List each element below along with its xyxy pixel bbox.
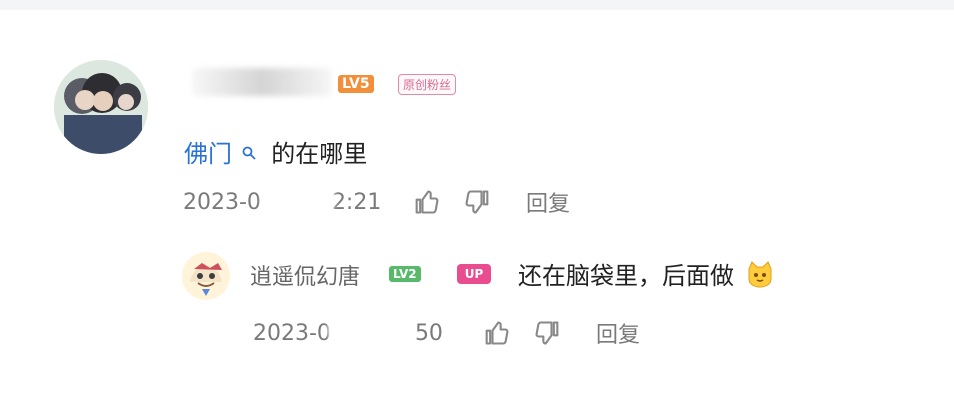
username-blur <box>192 68 332 96</box>
comment-text: 佛门 的在哪里 <box>184 134 367 169</box>
fan-badge: 原创粉丝 <box>398 74 457 95</box>
like-icon[interactable] <box>412 188 440 216</box>
reply-reply-button[interactable]: 回复 <box>596 317 640 349</box>
reply-time-end: 50 <box>414 320 443 346</box>
top-strip <box>0 0 954 10</box>
reply-avatar[interactable] <box>182 252 230 300</box>
reply-username[interactable]: 逍遥侃幻唐 <box>250 259 360 291</box>
comment-time-start: 2023-0 <box>183 189 261 215</box>
search-icon[interactable] <box>242 146 256 160</box>
comment-text-rest: 的在哪里 <box>271 140 368 168</box>
reply-text: 还在脑袋里，后面做 <box>518 256 776 291</box>
comment-time-end: 2:21 <box>331 189 382 215</box>
reply-dislike-icon[interactable] <box>534 319 562 347</box>
level-badge: LV5 <box>338 75 374 93</box>
reply-level-badge: LV2 <box>389 266 421 282</box>
reply-button[interactable]: 回复 <box>526 186 570 218</box>
buddhist-gate-link[interactable]: 佛门 <box>184 140 232 168</box>
reply-time-start: 2023-0 <box>253 320 331 346</box>
time-blur <box>261 187 335 211</box>
cat-emoji-icon <box>748 261 772 288</box>
comment-actions: 2023-0 2:21 回复 <box>183 186 570 218</box>
commenter-avatar[interactable] <box>54 60 148 154</box>
up-badge: UP <box>457 264 491 284</box>
reply-actions: 2023-0 50 回复 <box>253 317 640 349</box>
dislike-icon[interactable] <box>464 188 492 216</box>
reply-like-icon[interactable] <box>482 319 510 347</box>
reply-time-blur <box>328 317 413 341</box>
reply-text-content: 还在脑袋里，后面做 <box>518 262 734 290</box>
